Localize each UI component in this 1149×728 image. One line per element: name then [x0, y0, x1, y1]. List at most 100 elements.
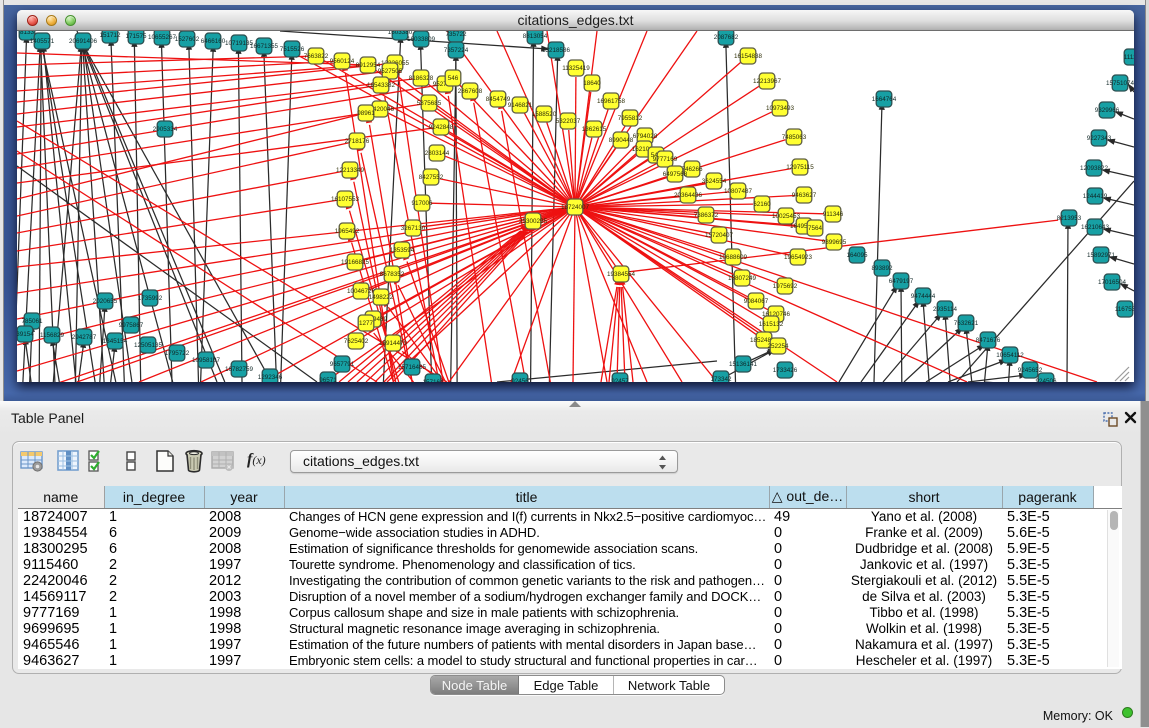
svg-text:9242848: 9242848 [429, 124, 454, 131]
svg-text:1362615: 1362615 [582, 126, 607, 133]
svg-text:9560124: 9560124 [330, 58, 355, 65]
svg-text:8990448: 8990448 [609, 137, 634, 144]
svg-text:1156829: 1156829 [40, 332, 65, 339]
svg-text:7625402: 7625402 [344, 338, 369, 345]
svg-text:1588520: 1588520 [532, 111, 557, 118]
svg-text:8427552: 8427552 [419, 174, 444, 181]
svg-text:7515526: 7515526 [280, 46, 305, 53]
svg-text:9657791: 9657791 [330, 361, 355, 368]
svg-text:116753: 116753 [1115, 306, 1134, 313]
svg-text:1244419: 1244419 [1083, 193, 1108, 200]
svg-text:7386372: 7386372 [694, 212, 719, 219]
svg-text:8813054: 8813054 [523, 33, 548, 40]
svg-text:16671355: 16671355 [250, 43, 279, 50]
svg-text:9329966: 9329966 [1095, 107, 1120, 114]
svg-text:1615132: 1615132 [759, 321, 784, 328]
svg-text:98961: 98961 [357, 110, 375, 117]
svg-text:18640: 18640 [583, 80, 601, 87]
svg-text:16033809: 16033809 [407, 36, 436, 43]
svg-text:12213349: 12213349 [336, 167, 365, 174]
svg-text:1965492: 1965492 [335, 228, 360, 235]
svg-text:911346: 911346 [823, 211, 844, 218]
svg-text:16961758: 16961758 [597, 98, 626, 105]
svg-text:924506: 924506 [1035, 378, 1057, 382]
svg-text:2087682: 2087682 [714, 34, 739, 41]
svg-text:2718176: 2718176 [345, 138, 370, 145]
svg-text:7485063: 7485063 [782, 134, 807, 141]
svg-text:164095: 164095 [846, 252, 868, 259]
svg-text:7663822: 7663822 [304, 53, 329, 60]
svg-text:9245652: 9245652 [1018, 367, 1043, 374]
svg-text:16914479: 16914479 [379, 340, 408, 347]
svg-text:151712: 151712 [99, 32, 121, 39]
svg-text:1527602: 1527602 [175, 36, 200, 43]
svg-text:1345154: 1345154 [103, 338, 128, 345]
svg-text:9474444: 9474444 [911, 293, 936, 300]
svg-text:15892971: 15892971 [1087, 252, 1116, 259]
svg-text:92457: 92457 [611, 378, 629, 382]
svg-text:20691406: 20691406 [69, 38, 98, 45]
svg-text:16210643: 16210643 [1081, 224, 1110, 231]
svg-text:5875685: 5875685 [417, 100, 442, 107]
svg-text:917006: 917006 [411, 200, 433, 207]
svg-text:13218586: 13218586 [542, 47, 571, 54]
svg-text:2803144: 2803144 [425, 150, 450, 157]
svg-text:15136141: 15136141 [729, 361, 758, 368]
svg-text:2867608: 2867608 [458, 88, 483, 95]
svg-text:252254: 252254 [767, 343, 789, 350]
svg-text:171575: 171575 [125, 33, 147, 40]
svg-text:9777169: 9777169 [653, 156, 678, 163]
svg-text:8213953: 8213953 [1057, 215, 1082, 222]
svg-text:6794028: 6794028 [633, 133, 658, 140]
svg-text:2942787: 2942787 [72, 334, 97, 341]
svg-text:8678352: 8678352 [380, 271, 405, 278]
svg-text:7564: 7564 [808, 225, 823, 232]
svg-text:20364436: 20364436 [674, 192, 703, 199]
svg-text:7357224: 7357224 [444, 47, 469, 54]
svg-text:9463627: 9463627 [792, 192, 817, 199]
svg-text:8133: 8133 [20, 31, 35, 36]
svg-text:16107553: 16107553 [331, 196, 360, 203]
svg-text:18807249: 18807249 [728, 275, 757, 282]
svg-text:1795722: 1795722 [165, 350, 190, 357]
svg-text:18724007: 18724007 [561, 204, 590, 211]
svg-text:10973493: 10973493 [766, 105, 795, 112]
svg-text:17016504: 17016504 [1098, 279, 1127, 286]
svg-text:6466160: 6466160 [201, 38, 226, 45]
svg-text:16154838: 16154838 [734, 53, 763, 60]
svg-text:157164: 157164 [422, 379, 444, 382]
svg-text:7955812: 7955812 [618, 115, 643, 122]
svg-text:10688609: 10688609 [719, 254, 748, 261]
svg-text:12505135: 12505135 [134, 342, 163, 349]
svg-text:8186328: 8186328 [409, 75, 434, 82]
svg-text:3267130: 3267130 [401, 225, 426, 232]
svg-text:1498222: 1498222 [369, 294, 394, 301]
svg-text:1664764: 1664764 [872, 96, 897, 103]
svg-text:785061: 785061 [21, 318, 43, 325]
svg-text:16543382: 16543382 [367, 82, 396, 89]
svg-text:10654112: 10654112 [996, 352, 1024, 359]
svg-text:12975115: 12975115 [786, 164, 814, 171]
svg-text:15720407: 15720407 [705, 232, 734, 239]
svg-text:12213967: 12213967 [753, 78, 782, 85]
svg-text:7632621: 7632621 [954, 320, 979, 327]
svg-text:546: 546 [448, 75, 459, 82]
svg-text:16782759: 16782759 [225, 366, 254, 373]
svg-text:6479197: 6479197 [889, 278, 914, 285]
svg-text:8471676: 8471676 [976, 337, 1001, 344]
svg-text:2020655: 2020655 [93, 298, 118, 305]
svg-text:1353594: 1353594 [390, 247, 415, 254]
svg-text:9146821: 9146821 [508, 102, 533, 109]
svg-text:10025453: 10025453 [772, 213, 801, 220]
svg-text:11124: 11124 [1124, 54, 1134, 61]
svg-text:1735992: 1735992 [138, 295, 163, 302]
svg-text:5322037: 5322037 [556, 118, 581, 125]
svg-text:15716485: 15716485 [398, 364, 427, 371]
svg-text:10958107: 10958107 [192, 357, 221, 364]
svg-text:1292346: 1292346 [258, 374, 283, 381]
svg-text:1405571: 1405571 [30, 38, 55, 45]
svg-text:9527505: 9527505 [378, 68, 403, 75]
svg-text:2905334: 2905334 [153, 126, 178, 133]
svg-text:1975692: 1975692 [773, 283, 798, 290]
svg-text:19654923: 19654923 [784, 254, 813, 261]
